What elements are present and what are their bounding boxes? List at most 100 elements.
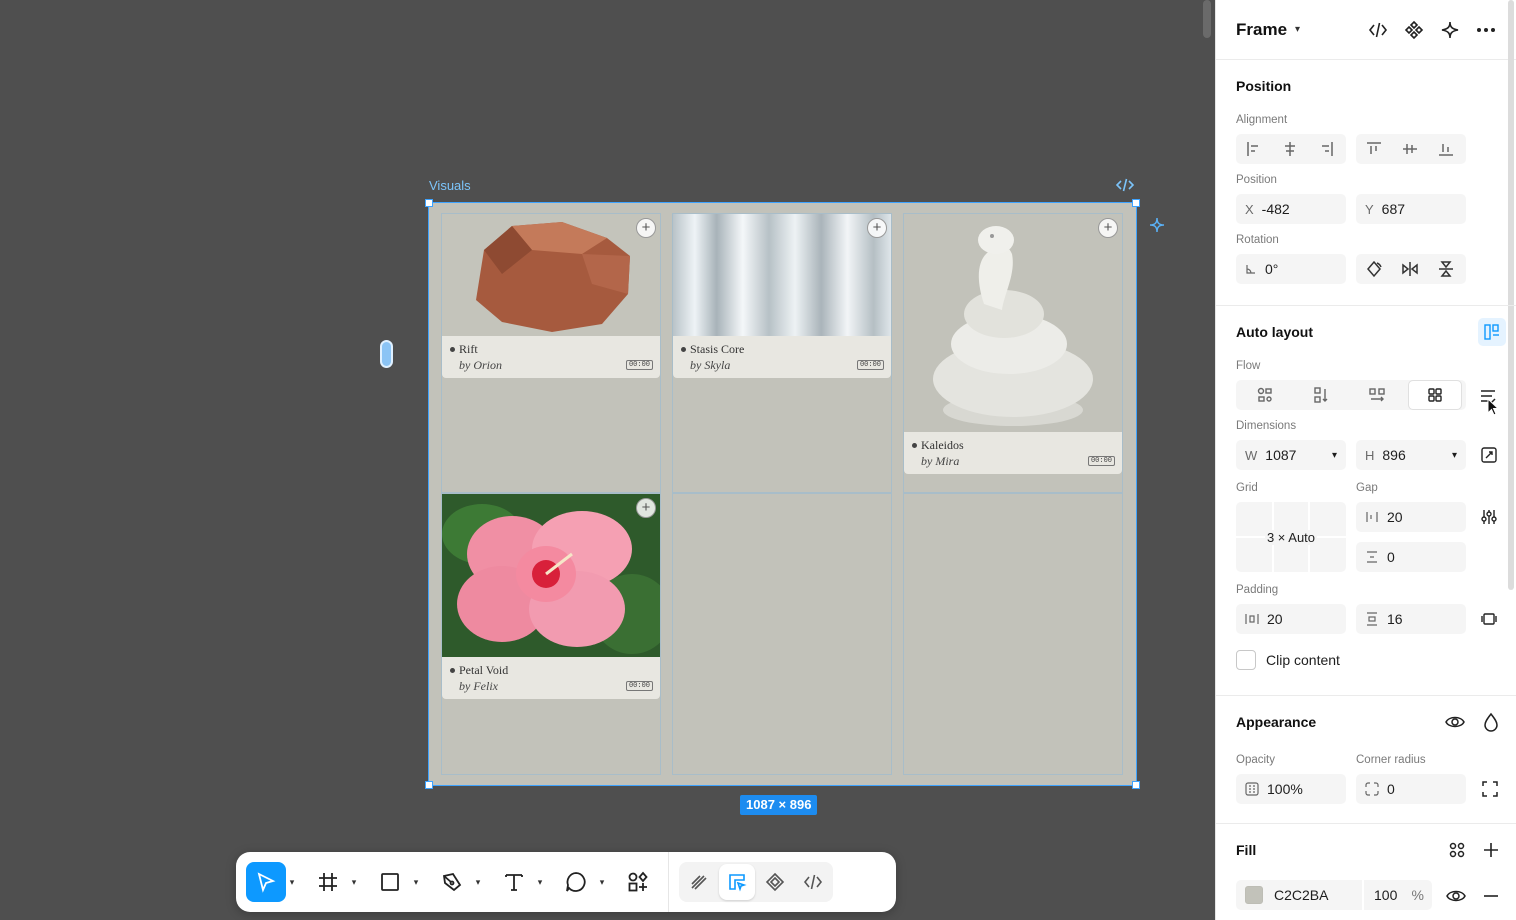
add-button[interactable]: + bbox=[867, 218, 887, 238]
frame-label[interactable]: Visuals bbox=[429, 178, 471, 193]
resize-handle-br[interactable] bbox=[1132, 781, 1140, 789]
grid-config-field[interactable]: 3 × Auto bbox=[1236, 502, 1346, 572]
assets-tool-button[interactable] bbox=[618, 862, 658, 902]
draw-mode-button[interactable] bbox=[681, 864, 717, 900]
code-icon[interactable] bbox=[1115, 176, 1135, 194]
chevron-down-icon[interactable]: ▾ bbox=[286, 877, 298, 888]
flip-vertical-icon[interactable] bbox=[1428, 254, 1464, 284]
clip-content-checkbox[interactable] bbox=[1236, 650, 1256, 670]
y-value: 687 bbox=[1381, 201, 1406, 217]
align-bottom-icon[interactable] bbox=[1428, 134, 1464, 164]
component-icon[interactable] bbox=[1404, 20, 1424, 40]
chevron-down-icon[interactable]: ▾ bbox=[1332, 450, 1337, 461]
visuals-frame[interactable]: Rift by Orion 00:00 + Stasis Core by Sky… bbox=[425, 199, 1140, 789]
rectangle-tool-button[interactable] bbox=[370, 862, 410, 902]
flip-horizontal-icon[interactable] bbox=[1392, 254, 1428, 284]
corner-radius-field[interactable]: 0 bbox=[1356, 774, 1466, 804]
opacity-field[interactable]: 100% bbox=[1236, 774, 1346, 804]
flow-freeform-icon[interactable] bbox=[1240, 380, 1290, 410]
card-petal-void[interactable]: Petal Void by Felix 00:00 + bbox=[442, 494, 660, 699]
resize-handle-tl[interactable] bbox=[425, 199, 433, 207]
corner-radius-icon bbox=[1365, 782, 1379, 796]
flow-vertical-icon[interactable] bbox=[1296, 380, 1346, 410]
add-fill-icon[interactable] bbox=[1481, 840, 1501, 865]
corner-radius-value: 0 bbox=[1387, 781, 1395, 797]
flow-group bbox=[1236, 380, 1466, 410]
component-mode-button[interactable] bbox=[757, 864, 793, 900]
add-button[interactable]: + bbox=[636, 498, 656, 518]
fill-color-field[interactable]: C2C2BA 100 % bbox=[1236, 880, 1432, 910]
constrain-proportions-icon[interactable] bbox=[1480, 446, 1498, 469]
align-center-h-icon[interactable] bbox=[1272, 134, 1308, 164]
dev-mode-button[interactable] bbox=[795, 864, 831, 900]
styles-icon[interactable] bbox=[1447, 840, 1467, 865]
code-icon[interactable] bbox=[1368, 20, 1388, 40]
y-field[interactable]: Y 687 bbox=[1356, 194, 1466, 224]
card-rift[interactable]: Rift by Orion 00:00 + bbox=[442, 214, 660, 378]
card-stasis-core[interactable]: Stasis Core by Skyla 00:00 + bbox=[673, 214, 891, 378]
chevron-down-icon[interactable]: ▾ bbox=[1295, 24, 1300, 35]
frame-tool-button[interactable] bbox=[308, 862, 348, 902]
sparkle-icon[interactable] bbox=[1149, 217, 1165, 233]
more-icon[interactable] bbox=[1476, 20, 1496, 40]
card-time: 00:00 bbox=[625, 681, 653, 691]
fill-color-swatch[interactable] bbox=[1245, 886, 1263, 904]
resize-handle-tr[interactable] bbox=[1132, 199, 1140, 207]
text-icon bbox=[505, 874, 523, 891]
eye-icon[interactable] bbox=[1446, 886, 1466, 911]
fill-opacity-field[interactable]: 100 % bbox=[1362, 880, 1432, 910]
move-tool-button[interactable] bbox=[246, 862, 286, 902]
transform-group bbox=[1356, 254, 1466, 284]
rotation-field[interactable]: 0° bbox=[1236, 254, 1346, 284]
resize-handle-bl[interactable] bbox=[425, 781, 433, 789]
eye-icon[interactable] bbox=[1445, 712, 1465, 737]
height-field[interactable]: H 896 ▾ bbox=[1356, 440, 1466, 470]
align-left-icon[interactable] bbox=[1236, 134, 1272, 164]
auto-layout-toggle[interactable] bbox=[1478, 318, 1506, 346]
chevron-down-icon[interactable]: ▾ bbox=[410, 877, 422, 888]
chevron-down-icon[interactable]: ▾ bbox=[472, 877, 484, 888]
chevron-down-icon[interactable]: ▾ bbox=[596, 877, 608, 888]
canvas[interactable]: Visuals Rift by Orion 00:00 + Stasis Cor… bbox=[0, 0, 1215, 920]
horizontal-align-group bbox=[1236, 134, 1346, 164]
interaction-icon[interactable] bbox=[1440, 20, 1460, 40]
vertical-padding-field[interactable]: 16 bbox=[1356, 604, 1466, 634]
horizontal-padding-field[interactable]: 20 bbox=[1236, 604, 1346, 634]
clip-content-label: Clip content bbox=[1266, 652, 1340, 668]
pen-tool-button[interactable] bbox=[432, 862, 472, 902]
remove-fill-icon[interactable] bbox=[1481, 886, 1501, 911]
chevron-down-icon[interactable]: ▾ bbox=[1452, 450, 1457, 461]
vertical-gap-icon bbox=[1365, 550, 1379, 564]
canvas-scroll-handle[interactable] bbox=[380, 340, 393, 368]
add-button[interactable]: + bbox=[1098, 218, 1118, 238]
comment-icon bbox=[566, 872, 586, 892]
add-button[interactable]: + bbox=[636, 218, 656, 238]
panel-title[interactable]: Frame bbox=[1236, 20, 1287, 40]
comment-tool-button[interactable] bbox=[556, 862, 596, 902]
chevron-down-icon[interactable]: ▾ bbox=[534, 877, 546, 888]
frame-size-badge: 1087 × 896 bbox=[740, 795, 818, 815]
align-middle-icon[interactable] bbox=[1392, 134, 1428, 164]
grid-cell bbox=[672, 493, 892, 775]
width-field[interactable]: W 1087 ▾ bbox=[1236, 440, 1346, 470]
flow-horizontal-icon[interactable] bbox=[1352, 380, 1402, 410]
rectangle-icon bbox=[381, 873, 399, 891]
gap-settings-icon[interactable] bbox=[1480, 508, 1498, 531]
text-tool-button[interactable] bbox=[494, 862, 534, 902]
blend-mode-icon[interactable] bbox=[1481, 712, 1501, 737]
canvas-scrollbar[interactable] bbox=[1203, 0, 1211, 38]
rotation-label: Rotation bbox=[1236, 234, 1279, 246]
rotate-icon[interactable] bbox=[1356, 254, 1392, 284]
flow-grid-icon[interactable] bbox=[1408, 380, 1462, 410]
vertical-gap-field[interactable]: 0 bbox=[1356, 542, 1466, 572]
align-top-icon[interactable] bbox=[1356, 134, 1392, 164]
x-field[interactable]: X -482 bbox=[1236, 194, 1346, 224]
align-right-icon[interactable] bbox=[1308, 134, 1344, 164]
card-kaleidos[interactable]: Kaleidos by Mira 00:00 + bbox=[904, 214, 1122, 474]
horizontal-gap-field[interactable]: 20 bbox=[1356, 502, 1466, 532]
design-mode-button[interactable] bbox=[719, 864, 755, 900]
padding-label: Padding bbox=[1236, 584, 1279, 596]
chevron-down-icon[interactable]: ▾ bbox=[348, 877, 360, 888]
independent-corners-icon[interactable] bbox=[1481, 780, 1499, 803]
individual-padding-icon[interactable] bbox=[1480, 610, 1498, 633]
